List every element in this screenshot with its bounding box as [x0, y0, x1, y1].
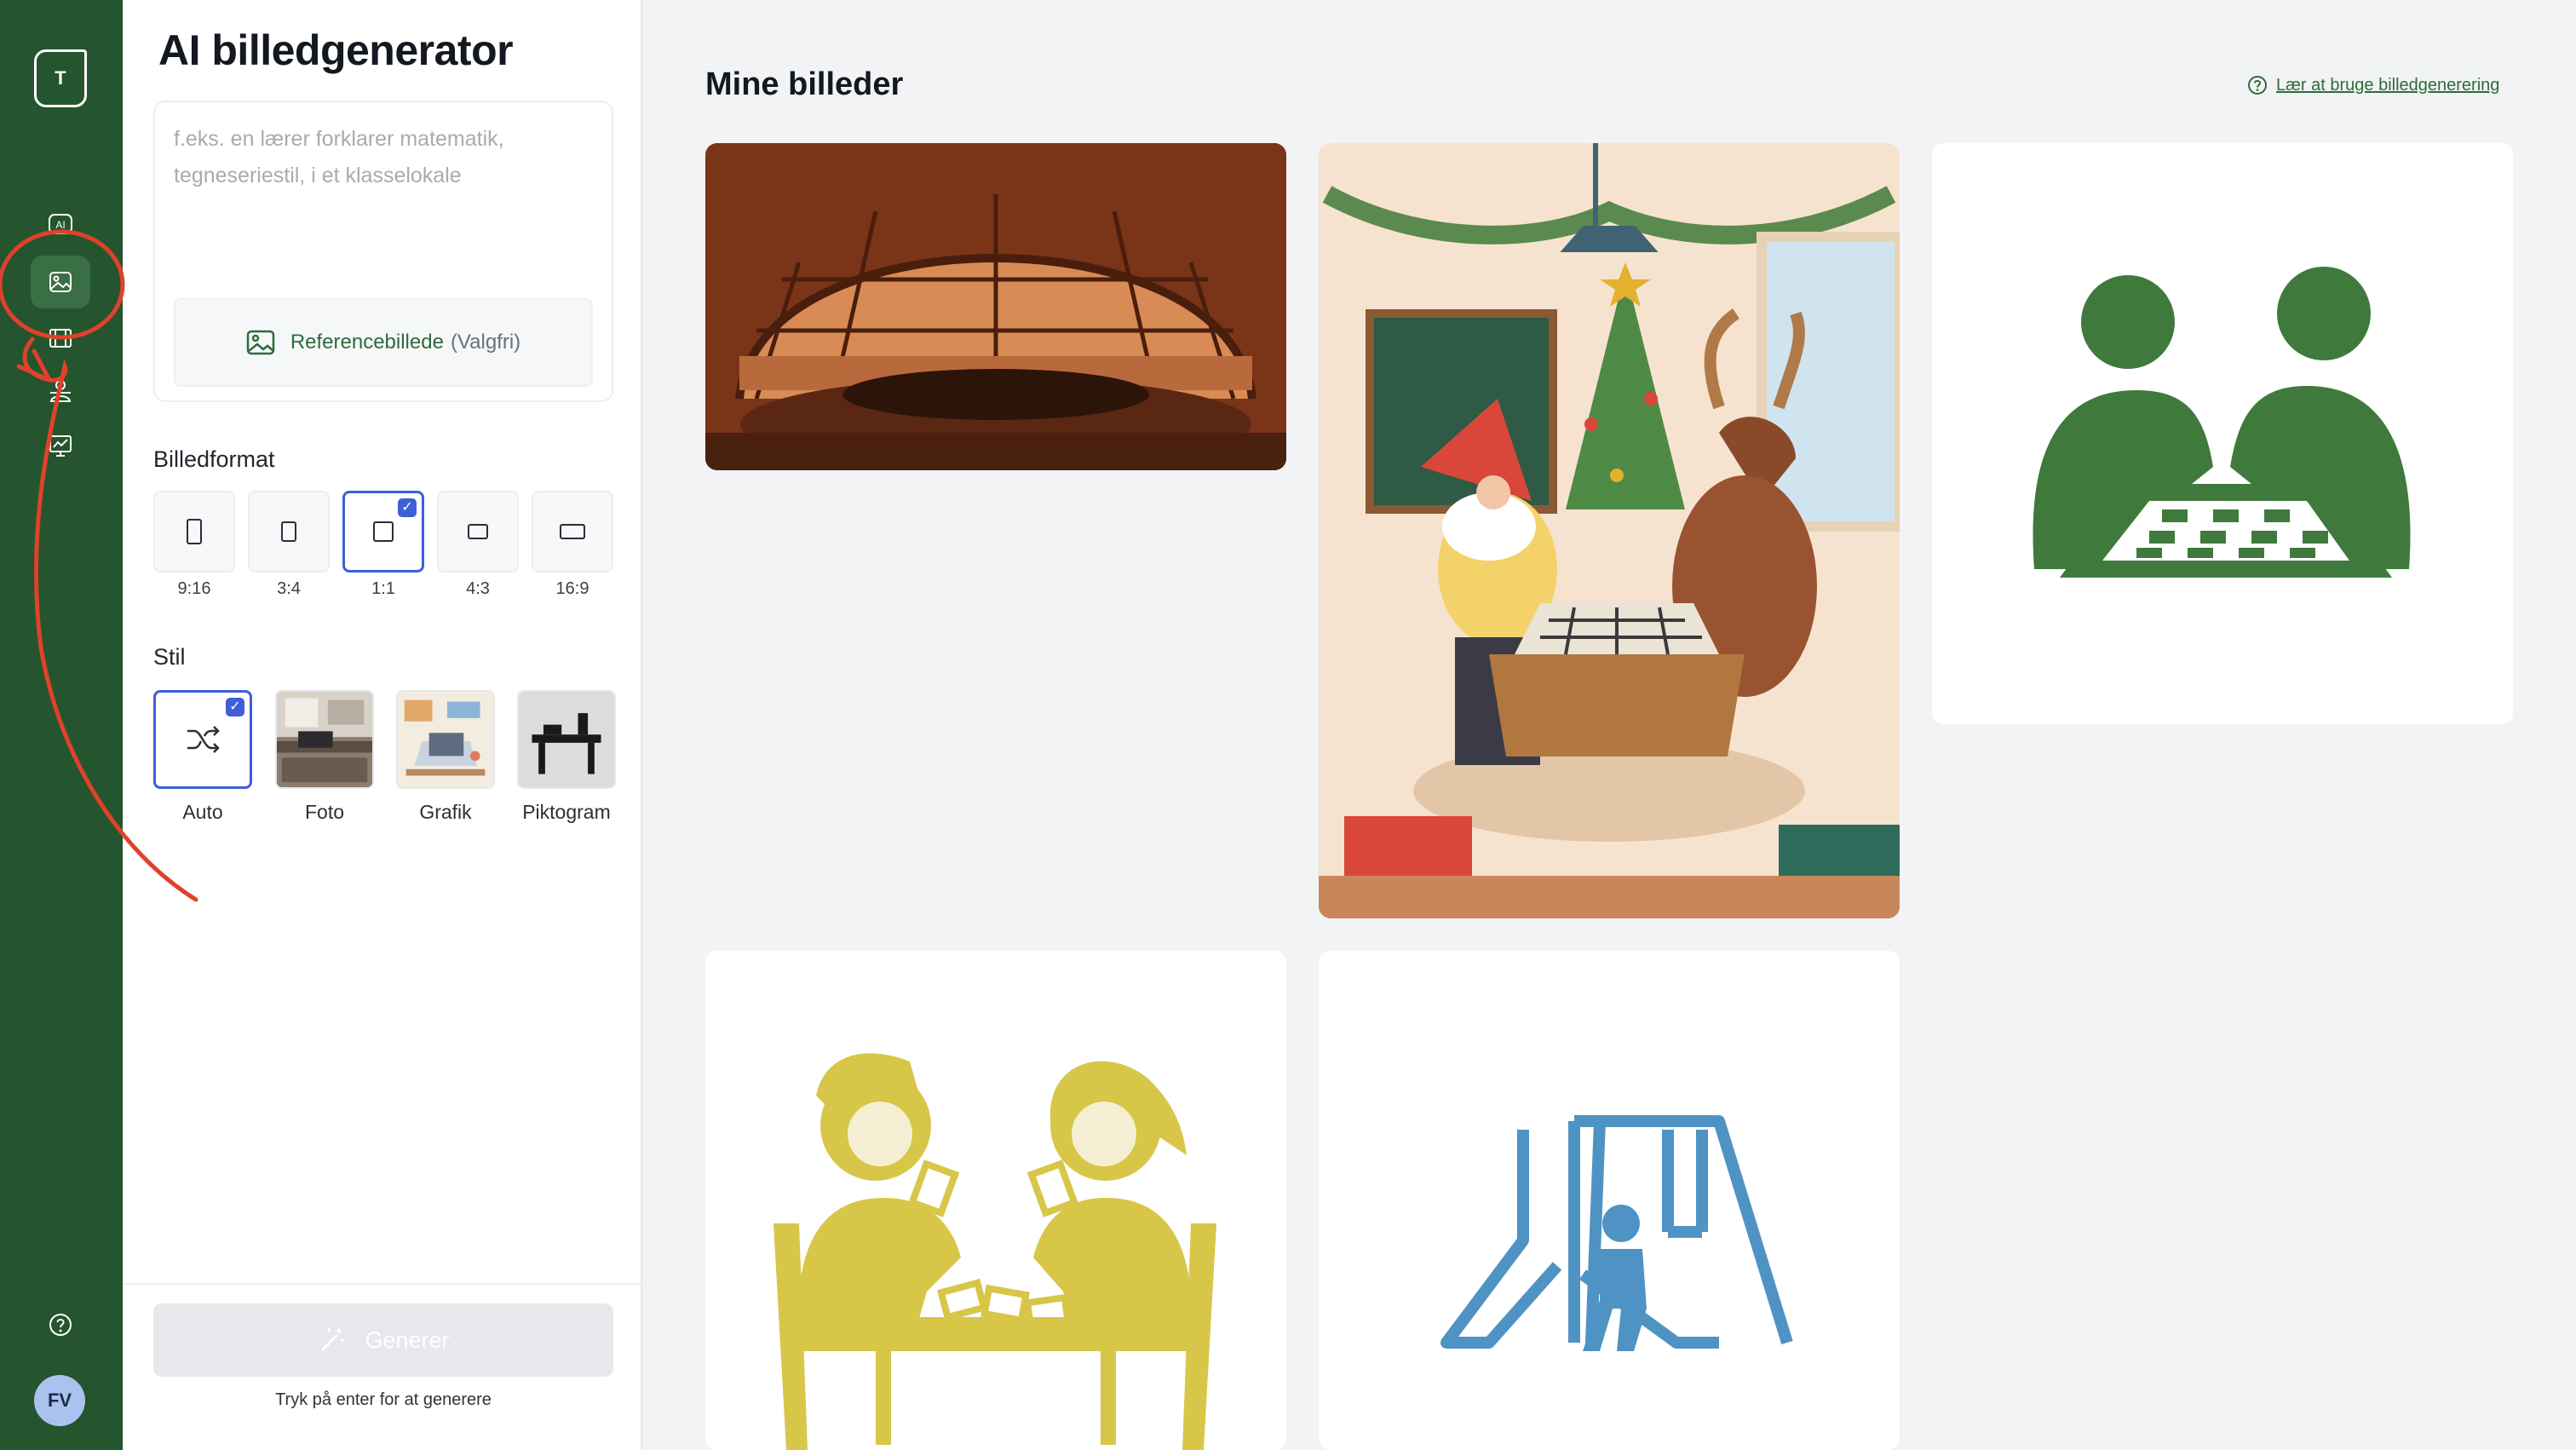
- style-label: Foto: [304, 801, 345, 823]
- landscape-wide-icon: [560, 524, 585, 539]
- left-rail: T AI FV: [0, 0, 123, 1450]
- style-option-auto[interactable]: ✓: [153, 690, 252, 789]
- portrait-icon: [281, 521, 296, 542]
- chart-board-icon: [49, 435, 72, 457]
- format-heading: Billedformat: [153, 446, 275, 472]
- square-icon: [373, 521, 394, 542]
- format-label: 1:1: [371, 579, 395, 598]
- gallery-image[interactable]: [1932, 143, 2513, 724]
- generate-hint: Tryk på enter for at generere: [275, 1390, 492, 1409]
- question-icon: [49, 1314, 72, 1336]
- prompt-card: Referencebillede (Valgfri): [153, 101, 613, 402]
- presentation-nav-button[interactable]: [31, 419, 90, 472]
- generate-label: Generer: [365, 1326, 450, 1353]
- ai-chat-nav-button[interactable]: AI: [31, 198, 90, 250]
- image-icon: [49, 272, 72, 292]
- ai-icon: AI: [49, 214, 72, 234]
- page-title: AI billedgenerator: [158, 26, 514, 74]
- teacher-nav-button[interactable]: [31, 365, 90, 417]
- style-heading: Stil: [153, 644, 186, 670]
- format-label: 4:3: [466, 579, 490, 598]
- divider: [123, 1283, 641, 1285]
- generate-button[interactable]: Generer: [153, 1303, 613, 1377]
- gallery-image[interactable]: [1319, 143, 1900, 918]
- mars-dome-image: [705, 143, 1286, 470]
- landscape-icon: [468, 524, 488, 539]
- graphic-style-thumbnail: [398, 692, 493, 787]
- user-avatar[interactable]: FV: [34, 1375, 85, 1426]
- prompt-input[interactable]: [172, 119, 598, 250]
- presenter-icon: [49, 380, 72, 402]
- checkmark-icon: ✓: [226, 698, 244, 716]
- style-option-pictogram[interactable]: [517, 690, 616, 789]
- reference-optional-label: (Valgfri): [450, 331, 521, 354]
- reference-label: Referencebillede: [290, 331, 444, 354]
- help-link[interactable]: Lær at bruge billedgenerering: [2247, 75, 2499, 95]
- pictogram-style-thumbnail: [519, 692, 614, 787]
- image-generator-nav-button[interactable]: [31, 256, 90, 308]
- green-chess-pictogram: [1932, 143, 2513, 724]
- format-option-9-16[interactable]: [153, 491, 235, 573]
- video-nav-button[interactable]: [31, 312, 90, 365]
- style-label: Grafik: [419, 801, 472, 823]
- gallery-title: Mine billeder: [705, 66, 904, 102]
- format-label: 9:16: [177, 579, 211, 598]
- format-label: 3:4: [277, 579, 301, 598]
- style-option-photo[interactable]: [275, 690, 374, 789]
- photo-style-thumbnail: [277, 692, 372, 787]
- generator-panel: AI billedgenerator Referencebillede (Val…: [123, 0, 642, 1450]
- style-label: Piktogram: [522, 801, 611, 823]
- format-option-4-3[interactable]: [437, 491, 519, 573]
- shuffle-icon: [187, 726, 220, 753]
- format-option-3-4[interactable]: [248, 491, 330, 573]
- app-logo[interactable]: T: [34, 49, 87, 107]
- gallery-image[interactable]: [705, 143, 1286, 470]
- film-icon: [49, 329, 72, 348]
- gallery-image[interactable]: [705, 951, 1286, 1450]
- style-option-graphic[interactable]: [396, 690, 495, 789]
- reference-image-button[interactable]: Referencebillede (Valgfri): [174, 298, 593, 387]
- christmas-chess-image: [1319, 143, 1900, 918]
- question-icon: [2248, 76, 2267, 95]
- checkmark-icon: ✓: [398, 498, 417, 517]
- blue-playground-pictogram: [1319, 951, 1900, 1450]
- format-option-1-1[interactable]: ✓: [342, 491, 424, 573]
- format-option-16-9[interactable]: [532, 491, 613, 573]
- magic-wand-icon: [321, 1328, 345, 1352]
- portrait-tall-icon: [187, 519, 202, 544]
- yellow-card-game-pictogram: [705, 951, 1286, 1450]
- image-icon: [246, 330, 275, 355]
- svg-text:AI: AI: [55, 219, 65, 231]
- style-label: Auto: [182, 801, 223, 823]
- format-label: 16:9: [555, 579, 589, 598]
- help-link-label: Lær at bruge billedgenerering: [2276, 75, 2500, 95]
- gallery-image[interactable]: [1319, 951, 1900, 1450]
- help-nav-button[interactable]: [31, 1298, 90, 1351]
